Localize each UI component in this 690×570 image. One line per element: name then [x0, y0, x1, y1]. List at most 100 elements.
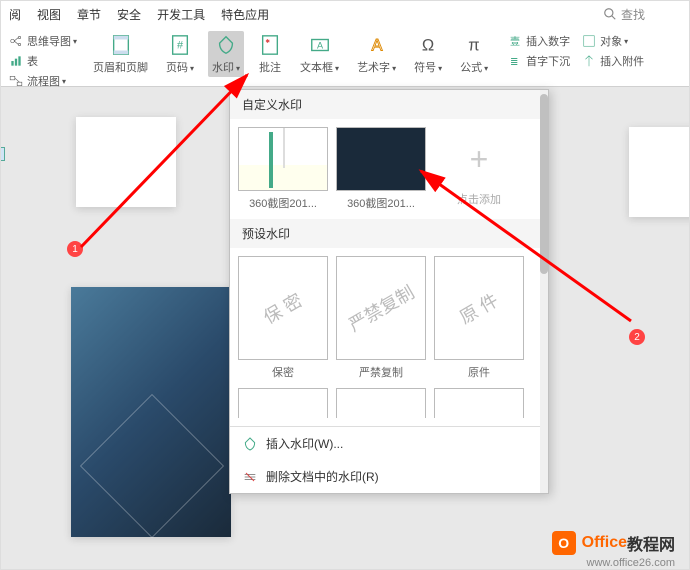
popup-footer: 插入水印(W)... 删除文档中的水印(R) [230, 426, 548, 493]
header-footer-icon [109, 33, 133, 57]
pi-icon: π [462, 33, 486, 57]
mindmap-button[interactable]: 思维导图▾ [9, 33, 77, 49]
search-box[interactable]: 查找 [603, 6, 661, 23]
comment-icon: ✱ [258, 33, 282, 57]
formula-button[interactable]: π 公式▾ [456, 31, 492, 77]
preset-item[interactable] [336, 388, 426, 418]
formula-label: 公式▾ [460, 59, 488, 75]
symbol-label: 符号▾ [414, 59, 442, 75]
svg-text:✱: ✱ [265, 38, 270, 45]
omega-icon: Ω [416, 33, 440, 57]
insert-watermark-label: 插入水印(W)... [266, 435, 343, 452]
remove-watermark-label: 删除文档中的水印(R) [266, 468, 379, 485]
custom-watermark-1-preview [238, 127, 328, 191]
tab-chapter[interactable]: 章节 [77, 6, 101, 23]
watermark-dropdown: 自定义水印 360截图201... 360截图201... + 点击添加 预设水… [229, 89, 549, 494]
wordart-label: 艺术字▾ [357, 59, 396, 75]
tab-view[interactable]: 视图 [37, 6, 61, 23]
drop-cap-button[interactable]: ≣ 首字下沉 [508, 53, 570, 69]
mindmap-label: 思维导图 [27, 33, 71, 49]
custom-watermark-1[interactable]: 360截图201... [238, 127, 328, 211]
preset-original[interactable]: 原 件 原件 [434, 256, 524, 380]
wordart-button[interactable]: A 艺术字▾ [353, 31, 400, 77]
remove-watermark-menu[interactable]: 删除文档中的水印(R) [230, 460, 548, 493]
brand-text-2: 教程网 [627, 531, 675, 555]
preset-no-copy-preview: 严禁复制 [336, 256, 426, 360]
preset-confidential-preview: 保 密 [238, 256, 328, 360]
document-page-watermarked [71, 287, 231, 537]
scrollbar-thumb[interactable] [540, 94, 548, 274]
textbox-icon: A [308, 33, 332, 57]
custom-watermark-1-label: 360截图201... [249, 195, 317, 211]
svg-text:Ω: Ω [422, 37, 434, 55]
mindmap-icon [9, 34, 23, 48]
tool-group-insert: 壹 插入数字 ≣ 首字下沉 [508, 31, 570, 71]
brand-icon: O [552, 531, 576, 555]
watermark-icon [214, 33, 238, 57]
object-icon [582, 34, 596, 48]
object-button[interactable]: 对象▾ [582, 33, 628, 49]
annotation-marker-2: 2 [629, 329, 645, 345]
preset-preview [434, 388, 524, 418]
tab-security[interactable]: 安全 [117, 6, 141, 23]
preset-watermark-grid: 保 密 保密 严禁复制 严禁复制 原 件 原件 [230, 248, 548, 388]
watermark-button[interactable]: 水印▾ [208, 31, 244, 77]
preset-original-preview: 原 件 [434, 256, 524, 360]
custom-watermark-title: 自定义水印 [230, 90, 548, 119]
drop-cap-label: 首字下沉 [526, 53, 570, 69]
preset-original-label: 原件 [468, 364, 490, 380]
textbox-button[interactable]: A 文本框▾ [296, 31, 343, 77]
tab-devtools[interactable]: 开发工具 [157, 6, 205, 23]
add-watermark-preview: + [434, 127, 524, 191]
brand-text-1: Office [582, 534, 627, 552]
search-label: 查找 [621, 6, 645, 23]
chart-button[interactable]: 表 [9, 53, 38, 69]
watermark-label: 水印▾ [212, 59, 240, 75]
document-page [76, 117, 176, 207]
insert-number-button[interactable]: 壹 插入数字 [508, 33, 570, 49]
page-number-button[interactable]: # 页码▾ [162, 31, 198, 77]
wordart-icon: A [365, 33, 389, 57]
preset-preview [238, 388, 328, 418]
add-watermark-button[interactable]: + 点击添加 [434, 127, 524, 211]
svg-text:#: # [177, 40, 184, 52]
insert-watermark-menu[interactable]: 插入水印(W)... [230, 427, 548, 460]
watermark-icon [242, 436, 258, 452]
ribbon-toolbar: 思维导图▾ 表 流程图▾ 页眉和页脚 # 页码▾ 水印▾ ✱ 批注 A 文本框▾… [1, 27, 689, 87]
custom-watermark-2-preview [336, 127, 426, 191]
preset-item[interactable] [238, 388, 328, 418]
svg-text:≣: ≣ [510, 57, 518, 68]
svg-text:壹: 壹 [510, 35, 520, 48]
plus-icon: + [470, 141, 489, 178]
add-watermark-label: 点击添加 [457, 191, 501, 207]
header-footer-button[interactable]: 页眉和页脚 [89, 31, 152, 77]
object-label: 对象 [600, 33, 622, 49]
chevron-down-icon: ▾ [73, 37, 77, 46]
chart-label: 表 [27, 53, 38, 69]
preset-confidential[interactable]: 保 密 保密 [238, 256, 328, 380]
preset-item[interactable] [434, 388, 524, 418]
brand-url: www.office26.com [587, 557, 675, 569]
preset-watermark-grid-row2 [230, 388, 548, 426]
search-icon [603, 7, 617, 21]
custom-watermark-grid: 360截图201... 360截图201... + 点击添加 [230, 119, 548, 219]
symbol-button[interactable]: Ω 符号▾ [410, 31, 446, 77]
comment-label: 批注 [259, 59, 281, 75]
preset-preview [336, 388, 426, 418]
preset-no-copy[interactable]: 严禁复制 严禁复制 [336, 256, 426, 380]
flowchart-icon [9, 74, 23, 88]
chevron-down-icon: ▾ [62, 77, 66, 86]
textbox-label: 文本框▾ [300, 59, 339, 75]
preset-no-copy-label: 严禁复制 [359, 364, 403, 380]
custom-watermark-2[interactable]: 360截图201... [336, 127, 426, 211]
tab-read[interactable]: 阅 [9, 6, 21, 23]
header-footer-label: 页眉和页脚 [93, 59, 148, 75]
tab-special[interactable]: 特色应用 [221, 6, 269, 23]
attachment-button[interactable]: 插入附件 [582, 53, 644, 69]
insert-number-label: 插入数字 [526, 33, 570, 49]
comment-button[interactable]: ✱ 批注 [254, 31, 286, 77]
brand-logo: O Office 教程网 [552, 531, 675, 555]
number-icon: 壹 [508, 34, 522, 48]
attachment-icon [582, 54, 596, 68]
svg-text:A: A [316, 41, 323, 51]
